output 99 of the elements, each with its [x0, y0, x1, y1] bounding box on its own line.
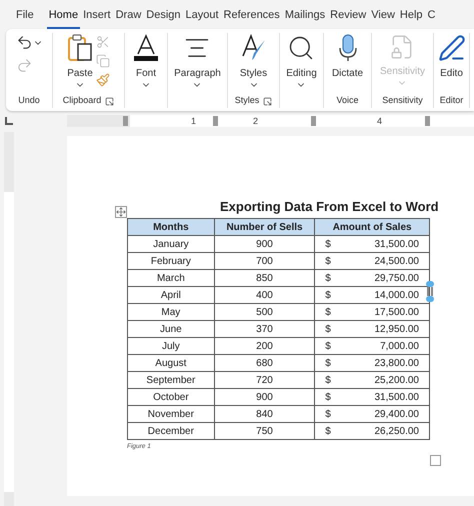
document-title: Exporting Data From Excel to Word — [220, 198, 440, 216]
scissors-icon[interactable] — [96, 35, 110, 49]
table-cell: 700 — [214, 252, 315, 270]
ribbon-tab[interactable]: Design — [144, 6, 183, 29]
amount-value: 12,950.00 — [374, 322, 419, 336]
launcher-icon[interactable] — [263, 96, 272, 106]
currency-sign: $ — [325, 288, 331, 302]
amount-value: 25,200.00 — [374, 374, 419, 388]
ribbon-tab[interactable]: Review — [328, 6, 368, 29]
column-marker[interactable] — [213, 116, 218, 126]
table-cell: October — [128, 388, 214, 406]
amount-value: 17,500.00 — [374, 306, 419, 320]
amount-value: 31,500.00 — [374, 390, 419, 404]
table-cell: 400 — [214, 286, 315, 304]
clipboard-icon — [67, 34, 93, 62]
group-label: Voice — [336, 94, 359, 108]
group-label: Undo — [18, 94, 40, 108]
ruler-number: 2 — [253, 114, 258, 126]
table-cell: 900 — [214, 236, 315, 252]
currency-sign: $ — [325, 390, 331, 404]
pen-icon — [438, 34, 466, 62]
table-cell: January — [128, 236, 214, 252]
currency-sign: $ — [325, 356, 331, 370]
ribbon-button[interactable]: Paragraph — [174, 33, 221, 94]
ribbon-button[interactable]: Paste — [67, 33, 93, 94]
ribbon-tab[interactable]: C — [426, 6, 438, 29]
table-resize-handle[interactable] — [430, 454, 441, 466]
launcher-icon[interactable] — [105, 96, 114, 106]
group-label: Editor — [440, 94, 464, 108]
indent-marker[interactable] — [123, 116, 128, 126]
table-cell: 200 — [214, 338, 315, 354]
currency-sign: $ — [325, 272, 331, 286]
table-cell: May — [128, 304, 214, 320]
currency-sign: $ — [325, 424, 331, 438]
table-cell: 900 — [214, 388, 315, 406]
table-header-cell: Number of Sells — [214, 218, 315, 236]
table-header-cell: Months — [128, 218, 214, 236]
table-cell: 680 — [214, 354, 315, 372]
amount-value: 29,400.00 — [374, 408, 419, 422]
ruler-number: 1 — [191, 114, 196, 126]
ribbon-button[interactable]: Font — [133, 33, 159, 94]
font-color-icon — [133, 34, 159, 62]
ribbon-tab[interactable]: Mailings — [282, 6, 328, 29]
ribbon-button[interactable]: Edito — [438, 33, 466, 94]
table-cell: December — [128, 422, 214, 440]
ribbon-tab[interactable]: Insert — [81, 6, 113, 29]
copy-icon[interactable] — [96, 54, 110, 68]
ribbon-tab[interactable]: References — [222, 6, 282, 29]
table-cell: 500 — [214, 304, 315, 320]
table-cell: February — [128, 252, 214, 270]
redo-icon[interactable] — [16, 57, 32, 74]
table-cell: 370 — [214, 320, 315, 338]
undo-icon[interactable] — [16, 34, 32, 51]
ribbon-tab[interactable]: File — [14, 6, 36, 29]
group-label: Styles — [234, 94, 260, 108]
currency-sign: $ — [325, 306, 331, 320]
selection-handle[interactable] — [426, 296, 434, 302]
table-cell: November — [128, 406, 214, 422]
table-cell: 720 — [214, 372, 315, 388]
amount-value: 7,000.00 — [380, 340, 419, 354]
ruler-number: 4 — [377, 114, 382, 126]
table-cell: July — [128, 338, 214, 354]
selection-handle[interactable] — [426, 281, 434, 287]
table-cell: March — [128, 270, 214, 286]
amount-value: 14,000.00 — [374, 288, 419, 302]
table-cell: August — [128, 354, 214, 372]
ribbon-tab[interactable]: Layout — [184, 6, 221, 29]
group-label: Sensitivity — [382, 94, 423, 108]
currency-sign: $ — [325, 340, 331, 354]
table-cell: June — [128, 320, 214, 338]
table-cell: 850 — [214, 270, 315, 286]
table-cell: April — [128, 286, 214, 304]
table-move-handle-icon[interactable] — [115, 206, 127, 218]
amount-value: 24,500.00 — [374, 254, 419, 268]
table-cell: 750 — [214, 422, 315, 440]
currency-sign: $ — [325, 254, 331, 268]
ribbon-button[interactable]: Styles — [240, 33, 268, 94]
table-cell: 840 — [214, 406, 315, 422]
amount-value: 31,500.00 — [374, 238, 419, 252]
amount-value: 23,800.00 — [374, 356, 419, 370]
ribbon-tab[interactable]: View — [369, 6, 397, 29]
currency-sign: $ — [325, 374, 331, 388]
column-marker[interactable] — [311, 116, 316, 126]
group-label: Clipboard — [62, 94, 102, 108]
currency-sign: $ — [325, 238, 331, 252]
microphone-icon — [338, 34, 358, 62]
currency-sign: $ — [325, 408, 331, 422]
ribbon-tab[interactable]: Draw — [114, 6, 144, 29]
ribbon-button[interactable]: Editing — [286, 33, 317, 94]
paintbrush-icon[interactable] — [96, 73, 110, 87]
table-cell: September — [128, 372, 214, 388]
currency-sign: $ — [325, 322, 331, 336]
column-marker[interactable] — [425, 116, 430, 126]
amount-value: 29,750.00 — [374, 272, 419, 286]
table-header-cell: Amount of Sales — [314, 218, 430, 236]
ribbon-button[interactable]: Dictate — [332, 33, 364, 94]
amount-value: 26,250.00 — [374, 424, 419, 438]
tab-stop-icon[interactable] — [5, 116, 13, 124]
ribbon-tab[interactable]: Help — [398, 6, 425, 29]
